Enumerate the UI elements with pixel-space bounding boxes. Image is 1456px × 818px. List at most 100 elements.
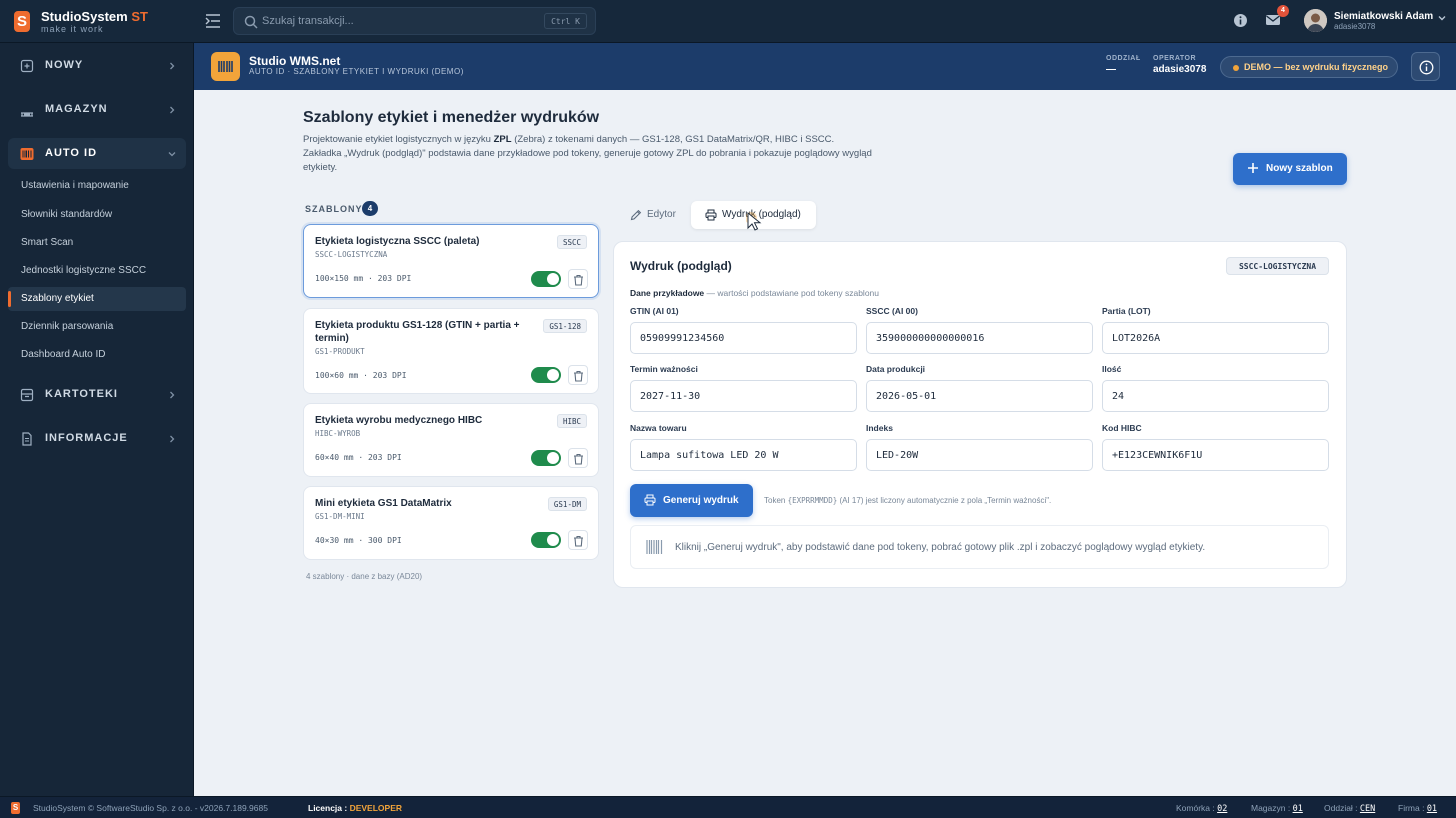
production-date-field[interactable] (866, 380, 1093, 412)
app-name: StudioSystem ST (41, 9, 148, 24)
delete-template-button[interactable] (568, 448, 588, 468)
new-template-button[interactable]: Nowy szablon (1233, 153, 1347, 185)
template-card[interactable]: Mini etykieta GS1 DataMatrix GS1-DM-MINI… (303, 486, 599, 560)
sidebar-item-label: Szablony etykiet (21, 293, 94, 304)
field-label: Indeks (866, 423, 893, 433)
search-box[interactable]: Ctrl K (233, 7, 596, 35)
sidebar-item-sscc[interactable]: Jednostki logistyczne SSCC (8, 259, 186, 283)
document-icon (22, 432, 32, 446)
delete-template-button[interactable] (568, 365, 588, 385)
nav-section-nowy[interactable]: NOWY (8, 50, 186, 81)
quantity-field[interactable] (1102, 380, 1329, 412)
nav-section-auto-id[interactable]: AUTO ID (8, 138, 186, 169)
info-icon[interactable] (1233, 13, 1248, 28)
token-note: Token {EXPRRMMDD} (AI 17) jest liczony a… (764, 496, 1052, 505)
page-description: Projektowanie etykiet logistycznych w ję… (303, 134, 872, 173)
template-enabled-toggle[interactable] (531, 450, 561, 466)
warehouse-icon (21, 112, 33, 117)
sidebar-item-szablony[interactable]: Szablony etykiet (8, 287, 186, 311)
template-enabled-toggle[interactable] (531, 271, 561, 287)
panel-title: Wydruk (podgląd) (630, 259, 732, 273)
sidebar-item-ustawienia[interactable]: Ustawienia i mapowanie (8, 174, 186, 198)
delete-template-button[interactable] (568, 530, 588, 550)
tab-label: Edytor (647, 209, 676, 220)
barcode-icon (211, 52, 240, 81)
sidebar-item-label: Ustawienia i mapowanie (21, 180, 129, 191)
template-type-tag: GS1-128 (543, 319, 587, 333)
sidebar-item-slowniki[interactable]: Słowniki standardów (8, 203, 186, 227)
gtin-field[interactable] (630, 322, 857, 354)
demo-status-text: DEMO — bez wydruku fizycznego (1244, 62, 1389, 72)
info-icon (1419, 60, 1434, 75)
template-card[interactable]: Etykieta logistyczna SSCC (paleta) SSCC-… (303, 224, 599, 298)
chevron-down-icon[interactable] (1437, 13, 1447, 23)
lot-field[interactable] (1102, 322, 1329, 354)
template-enabled-toggle[interactable] (531, 532, 561, 548)
nav-section-kartoteki[interactable]: KARTOTEKI (8, 379, 186, 410)
sidebar-item-label: Słowniki standardów (21, 209, 113, 220)
field-label: Termin ważności (630, 364, 698, 374)
operator-label: OPERATOR (1153, 55, 1197, 62)
barcode-icon (20, 148, 34, 160)
nav-section-magazyn[interactable]: MAGAZYN (8, 94, 186, 125)
pencil-icon (630, 209, 642, 221)
search-shortcut: Ctrl K (544, 13, 587, 29)
footer-branch: Oddział : CEN (1324, 803, 1376, 814)
footer-warehouse: Magazyn : 01 (1251, 803, 1303, 814)
footer-company: Firma : 01 (1398, 803, 1438, 814)
field-label: SSCC (AI 00) (866, 306, 918, 316)
template-code: SSCC-LOGISTYCZNA (315, 250, 388, 259)
templates-heading: SZABLONY (305, 204, 363, 214)
search-icon (244, 15, 258, 29)
menu-toggle-icon[interactable] (205, 12, 221, 30)
template-enabled-toggle[interactable] (531, 367, 561, 383)
product-name-field[interactable] (630, 439, 857, 471)
template-type-tag: HIBC (556, 414, 587, 428)
chevron-right-icon (170, 106, 175, 114)
template-code-badge: SSCC-LOGISTYCZNA (1226, 257, 1329, 275)
avatar[interactable] (1304, 9, 1327, 32)
footer-copyright: StudioSystem © SoftwareStudio Sp. z o.o.… (33, 803, 268, 813)
template-meta: 60×40 mm · 203 DPI (315, 453, 402, 462)
user-name[interactable]: Siemiatkowski Adam (1334, 11, 1433, 22)
template-name: Etykieta logistyczna SSCC (paleta) (315, 236, 480, 247)
sidebar-item-smart-scan[interactable]: Smart Scan (8, 231, 186, 255)
field-label: Ilość (1102, 364, 1122, 374)
trash-icon (574, 370, 583, 382)
nav-section-label: AUTO ID (45, 147, 98, 159)
search-input[interactable] (262, 13, 522, 29)
template-code: GS1-PRODUKT (315, 347, 365, 356)
banner-subtitle: AUTO ID · SZABLONY ETYKIET I WYDRUKI (DE… (249, 67, 464, 76)
new-template-label: Nowy szablon (1266, 163, 1333, 174)
nav-section-informacje[interactable]: INFORMACJE (8, 423, 186, 454)
info-button[interactable] (1411, 52, 1440, 81)
chevron-right-icon (170, 62, 175, 70)
delete-template-button[interactable] (568, 269, 588, 289)
sidebar-item-label: Smart Scan (21, 237, 74, 248)
top-bar: S StudioSystem ST make it work Ctrl K 4 … (0, 0, 1456, 43)
footer-logo: S (11, 802, 20, 814)
sample-data-heading: Dane przykładowe — wartości podstawiane … (630, 288, 879, 298)
chevron-down-icon (168, 152, 176, 157)
template-card[interactable]: Etykieta wyrobu medycznego HIBC HIBC-WYR… (303, 403, 599, 477)
template-type-tag: SSCC (556, 235, 587, 249)
field-label: Kod HIBC (1102, 423, 1142, 433)
index-field[interactable] (866, 439, 1093, 471)
trash-icon (574, 535, 583, 547)
tab-editor[interactable]: Edytor (616, 201, 690, 229)
app-logo[interactable]: S (14, 11, 30, 32)
template-card[interactable]: Etykieta produktu GS1-128 (GTIN + partia… (303, 308, 599, 394)
template-meta: 40×30 mm · 300 DPI (315, 536, 402, 545)
sscc-field[interactable] (866, 322, 1093, 354)
field-label: GTIN (AI 01) (630, 306, 679, 316)
mail-count-badge: 4 (1277, 5, 1289, 17)
generate-print-button[interactable]: Generuj wydruk (630, 484, 753, 517)
expiry-date-field[interactable] (630, 380, 857, 412)
sidebar-item-dziennik[interactable]: Dziennik parsowania (8, 315, 186, 339)
template-meta: 100×150 mm · 203 DPI (315, 274, 412, 283)
status-dot (1233, 65, 1239, 71)
template-name: Mini etykieta GS1 DataMatrix (315, 498, 452, 509)
hibc-code-field[interactable] (1102, 439, 1329, 471)
templates-footer: 4 szablony · dane z bazy (AD20) (306, 572, 423, 581)
sidebar-item-dashboard[interactable]: Dashboard Auto ID (8, 343, 186, 367)
